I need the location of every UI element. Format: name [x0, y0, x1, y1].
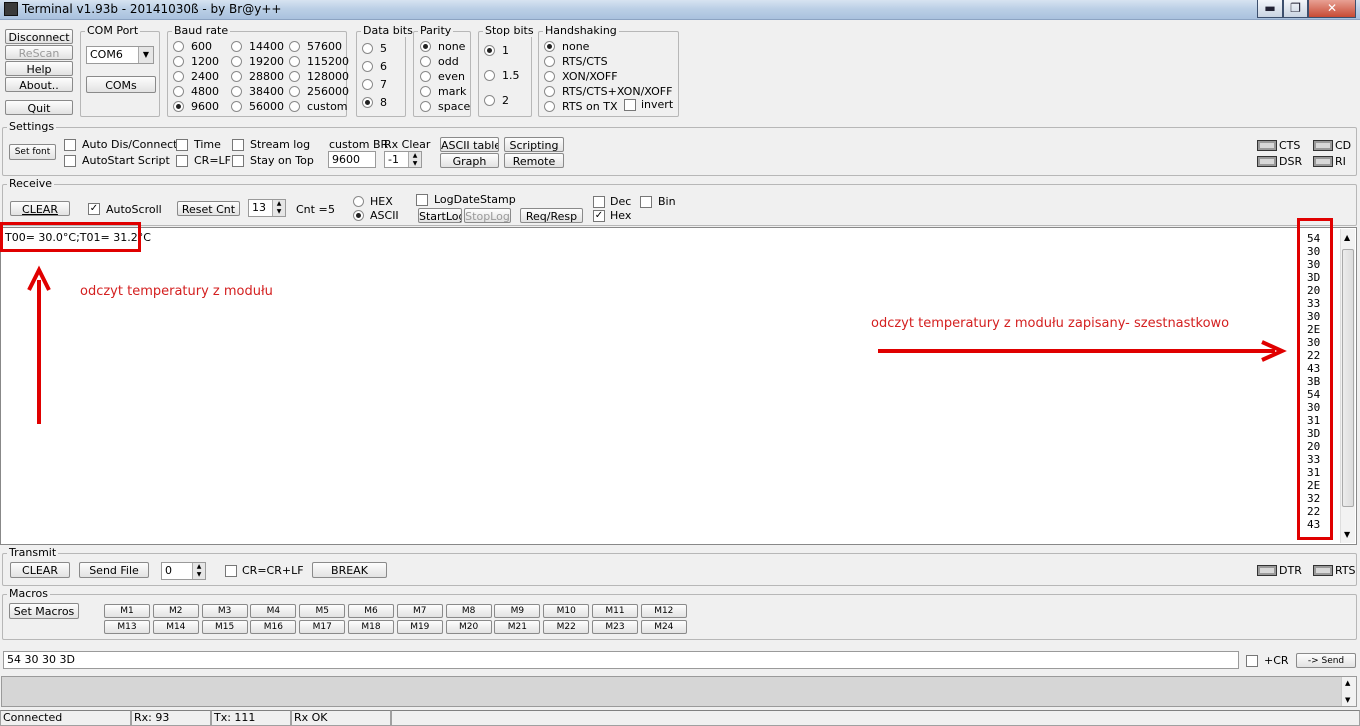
macro-button-m17[interactable]: M17	[299, 620, 346, 634]
macro-button-m7[interactable]: M7	[396, 604, 443, 618]
macro-button-m6[interactable]: M6	[348, 604, 394, 618]
plus-cr-label: +CR	[1264, 654, 1289, 667]
set-macros-button[interactable]: Set Macros	[9, 603, 79, 619]
annotation-hex-text: odczyt temperatury z modułu zapisany- sz…	[871, 316, 1230, 331]
transmit-spin-value: 0	[165, 564, 172, 577]
transmit-clear-button[interactable]: CLEAR	[10, 562, 70, 578]
send-input[interactable]: 54 30 30 3D	[3, 651, 1239, 669]
macro-button-m12[interactable]: M12	[640, 604, 687, 618]
macro-button-m24[interactable]: M24	[640, 620, 687, 634]
break-button[interactable]: BREAK	[312, 562, 387, 578]
macro-button-m14[interactable]: M14	[152, 620, 199, 634]
macro-button-m23[interactable]: M23	[592, 620, 638, 634]
rts-led-icon[interactable]	[1313, 565, 1333, 576]
macro-button-m2[interactable]: M2	[152, 604, 199, 618]
macro-button-m11[interactable]: M11	[592, 604, 638, 618]
macro-button-m19[interactable]: M19	[396, 620, 443, 634]
status-empty	[391, 710, 1360, 726]
macro-button-m16[interactable]: M16	[250, 620, 297, 634]
spinner-arrows-icon[interactable]: ▲ ▼	[192, 563, 205, 579]
send-button[interactable]: -> Send	[1296, 653, 1356, 668]
macro-button-m13[interactable]: M13	[104, 620, 150, 634]
status-connected: Connected	[0, 710, 131, 726]
dtr-label: DTR	[1279, 564, 1302, 577]
macro-button-m5[interactable]: M5	[299, 604, 346, 618]
macro-button-m8[interactable]: M8	[445, 604, 492, 618]
transmit-log-scrollbar[interactable]: ▲ ▼	[1341, 677, 1356, 706]
macro-button-m3[interactable]: M3	[201, 604, 248, 618]
status-tx-count: Tx: 111	[211, 710, 291, 726]
transmit-spinner[interactable]: 0 ▲ ▼	[161, 562, 206, 580]
status-rx-count: Rx: 93	[131, 710, 211, 726]
macro-button-m20[interactable]: M20	[445, 620, 492, 634]
transmit-log-area[interactable]: ▲ ▼	[1, 676, 1357, 707]
transmit-label: Transmit	[7, 546, 59, 559]
macro-button-m15[interactable]: M15	[201, 620, 248, 634]
plus-cr-checkbox[interactable]	[1246, 655, 1258, 667]
macro-button-m10[interactable]: M10	[543, 604, 590, 618]
scroll-down-icon[interactable]: ▼	[1345, 696, 1350, 704]
status-rx-ok: Rx OK	[291, 710, 391, 726]
macro-button-m22[interactable]: M22	[543, 620, 590, 634]
cr-cr-lf-checkbox[interactable]	[225, 565, 237, 577]
macro-button-m9[interactable]: M9	[494, 604, 541, 618]
terminal-window: Terminal v1.93b - 20141030ß - by Br@y++ …	[0, 0, 1360, 726]
macros-label: Macros	[7, 587, 51, 600]
macro-button-m18[interactable]: M18	[348, 620, 394, 634]
rts-label: RTS	[1335, 564, 1356, 577]
scroll-up-icon[interactable]: ▲	[1345, 679, 1350, 687]
cr-cr-lf-label: CR=CR+LF	[242, 564, 304, 577]
annotation-ascii-text: odczyt temperatury z modułu	[80, 284, 273, 299]
send-file-button[interactable]: Send File	[79, 562, 149, 578]
macro-button-m1[interactable]: M1	[104, 604, 150, 618]
dtr-led-icon[interactable]	[1257, 565, 1277, 576]
macro-button-m4[interactable]: M4	[250, 604, 297, 618]
macro-button-m21[interactable]: M21	[494, 620, 541, 634]
